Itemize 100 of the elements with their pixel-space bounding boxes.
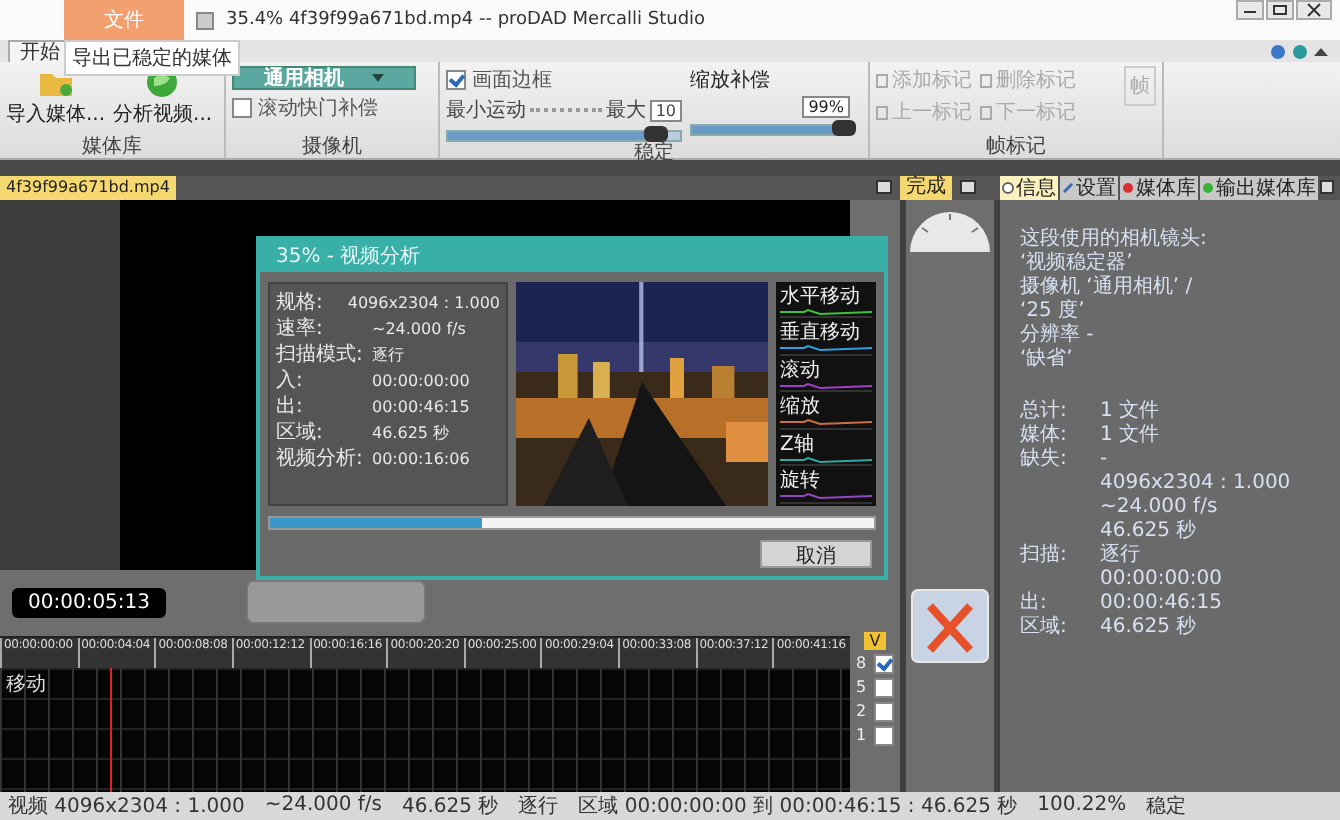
info-value: 00:00:00:00 [1100,567,1223,592]
marker-icon [980,73,992,88]
info-label: 入: [276,369,305,394]
info-value: 00:00:16:06 [372,447,470,472]
dialog-title: 35% - 视频分析 [260,239,884,272]
info-text: ‘视频稳定器’ [1020,251,1135,275]
info-label: 扫描: [1020,543,1067,566]
status-text: 100.22% [1037,794,1127,817]
slider-max-label: 最大 [605,97,646,125]
info-value: 4096x2304 : 1.000 [347,291,500,316]
ribbon-button[interactable]: 分析视频... [113,66,213,129]
status-text: 区域 00:00:00:00 到 00:00:46:15 : 46.625 秒 [578,793,1018,820]
info-text: ‘缺省’ [1020,347,1075,372]
timecode: 00:00:05:13 [12,587,167,618]
slider[interactable] [446,130,682,143]
caret-icon[interactable] [1314,45,1328,58]
close-icon[interactable] [1296,0,1332,20]
maximize-icon[interactable] [1266,0,1294,20]
info-value: 1 文件 [1100,423,1160,448]
checkbox[interactable] [232,98,252,119]
info-label: 出: [276,395,305,420]
pane-icon[interactable] [1320,180,1334,195]
pane-icon[interactable] [960,180,976,195]
track-checkbox[interactable] [874,677,895,698]
info-label: 扫描模式: [276,343,365,368]
marker-icon [876,105,888,120]
info-label: 区域: [1020,615,1067,638]
status-text: 逐行 [518,793,559,820]
info-label: 视频分析: [276,447,365,472]
info-value: 逐行 [1100,543,1140,568]
track-checkbox[interactable] [874,701,895,722]
minimize-icon[interactable] [1236,0,1264,20]
info-value: 逐行 [372,343,404,368]
graph-label: 移动 [6,671,46,698]
info-value: 00:00:00:00 [372,369,470,394]
track-number: 2 [855,702,867,721]
info-label: 规格: [276,291,325,316]
slider[interactable] [690,124,850,137]
slider-value: 99% [802,96,850,119]
track-checkbox[interactable] [874,653,895,674]
info-text: 分辨率 - [1020,323,1096,347]
document-icon[interactable] [196,11,214,29]
track-checkbox[interactable] [874,725,895,746]
file-tab[interactable]: 4f39f99a671bd.mp4 [0,175,176,200]
checkbox-label: 画面边框 [472,67,552,95]
group-label: 帧标记 [984,136,1048,159]
menu-item[interactable]: 导出已稳定的媒体 [72,48,232,70]
dot-icon [1122,181,1134,194]
remove-icon[interactable] [910,587,990,664]
info-value: ~24.000 f/s [372,317,466,342]
ribbon-button[interactable]: 导入媒体... [6,66,106,129]
slider-min-label: 最小运动 [446,97,526,125]
marker-icon [980,105,992,120]
help-icon[interactable] [1270,43,1286,60]
status-text: ~24.000 f/s [264,794,383,817]
info-text: ‘25 度’ [1020,299,1087,323]
info-value: 46.625 秒 [1100,519,1197,543]
info-value: - [1100,447,1108,472]
window-title: 35.4% 4f39f99a671bd.mp4 -- proDAD Mercalli Studio [226,10,708,30]
pane-icon[interactable] [876,180,892,195]
info-value: 00:00:46:15 [372,395,470,420]
cancel-button[interactable]: 取消 [760,539,872,568]
info-label: 出: [1020,591,1047,614]
panel-tab[interactable]: 信息 [1000,175,1058,200]
info-value: ~24.000 f/s [1100,495,1218,519]
panel-tab[interactable]: 输出媒体库 [1200,175,1318,200]
panel-tab[interactable]: 设置 [1060,175,1118,200]
info-value: 46.625 秒 [1100,615,1197,640]
group-label: 媒体库 [80,136,144,159]
info-text: 摄像机 ‘通用相机’ / [1020,275,1195,299]
graph-label: Z轴 [780,433,816,456]
panel-tab[interactable]: 媒体库 [1120,175,1198,200]
info-label: 速率: [276,317,325,342]
view-tab[interactable]: 完成 [900,175,952,200]
dot-icon [1202,181,1214,194]
track-header: V [863,631,887,650]
graph-label: 旋转 [780,470,822,493]
info-label: 总计: [1020,399,1067,422]
status-text: 稳定 [1146,793,1187,820]
info-value: 00:00:46:15 [1100,591,1223,615]
info-label: 区域: [276,421,325,446]
graph-label: 水平移动 [780,285,862,308]
circle-icon [1002,181,1014,194]
info-text: 这段使用的相机镜头: [1020,227,1209,251]
slider-value: 10 [649,99,682,122]
marker-icon [876,73,888,88]
slider-label: 缩放补偿 [690,67,772,95]
checkbox[interactable] [446,70,466,91]
caret-icon [372,74,384,83]
info-label: 缺失: [1020,447,1067,470]
graph-label: 缩放 [780,396,822,419]
status-text: 46.625 秒 [402,793,499,820]
checkbox-label: 滚动快门补偿 [258,95,378,123]
track-number: 5 [855,678,867,697]
status-text: 视频 4096x2304 : 1.000 [8,793,245,820]
track-number: 1 [855,726,867,745]
info-value: 46.625 秒 [372,421,450,446]
info-label: 媒体: [1020,423,1067,446]
pen-icon [1062,181,1074,194]
info-value: 1 文件 [1100,399,1160,423]
